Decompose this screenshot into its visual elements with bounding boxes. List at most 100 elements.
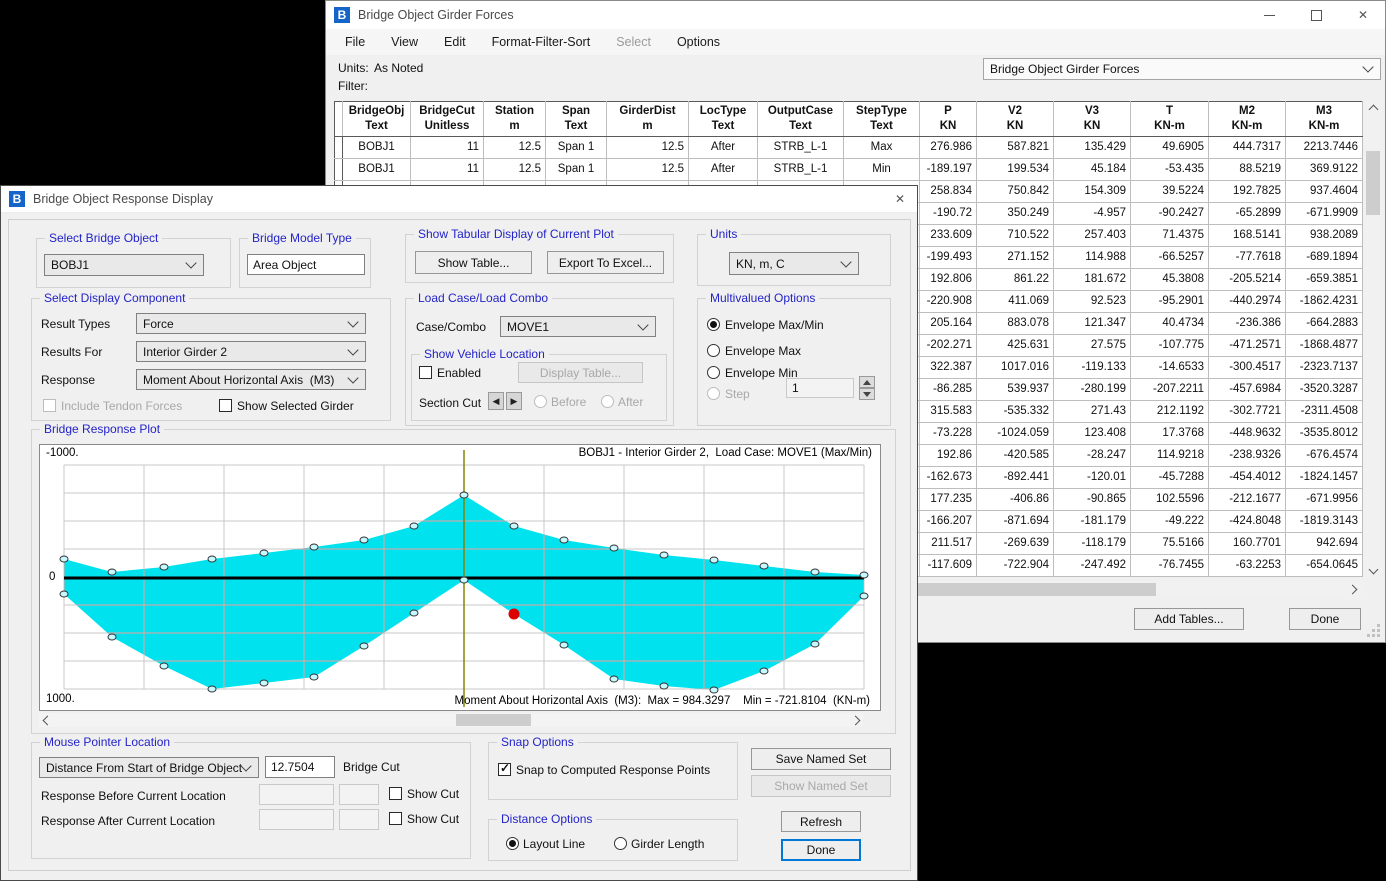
- table-cell[interactable]: -892.441: [977, 466, 1054, 488]
- bridge-response-plot[interactable]: -1000. 0 1000. BOBJ1 - Interior Girder 2…: [39, 444, 881, 711]
- table-cell[interactable]: 587.821: [977, 136, 1054, 158]
- table-cell[interactable]: -722.904: [977, 554, 1054, 576]
- table-cell[interactable]: -664.2883: [1286, 312, 1363, 334]
- column-header-loctype[interactable]: LocTypeText: [689, 102, 758, 137]
- table-cell[interactable]: Span 1: [546, 158, 607, 180]
- table-cell[interactable]: -49.222: [1131, 510, 1209, 532]
- table-cell[interactable]: STRB_L-1: [758, 158, 844, 180]
- table-cell[interactable]: -535.332: [977, 400, 1054, 422]
- table-cell[interactable]: 45.184: [1054, 158, 1131, 180]
- table-cell[interactable]: 192.86: [920, 444, 977, 466]
- scroll-up-icon[interactable]: [1364, 101, 1382, 117]
- table-cell[interactable]: -162.673: [920, 466, 977, 488]
- table-cell[interactable]: -1824.1457: [1286, 466, 1363, 488]
- table-cell[interactable]: -671.9909: [1286, 202, 1363, 224]
- table-cell[interactable]: 750.842: [977, 180, 1054, 202]
- table-cell[interactable]: 271.152: [977, 246, 1054, 268]
- menu-select[interactable]: Select: [603, 35, 664, 49]
- table-cell[interactable]: 211.517: [920, 532, 977, 554]
- section-cut-next-button[interactable]: ▶: [506, 392, 522, 410]
- table-cell[interactable]: 181.672: [1054, 268, 1131, 290]
- table-cell[interactable]: -420.585: [977, 444, 1054, 466]
- table-cell[interactable]: 160.7701: [1209, 532, 1286, 554]
- table-cell[interactable]: -302.7721: [1209, 400, 1286, 422]
- table-cell[interactable]: -66.5257: [1131, 246, 1209, 268]
- table-cell[interactable]: -454.4012: [1209, 466, 1286, 488]
- table-cell[interactable]: -45.7288: [1131, 466, 1209, 488]
- table-cell[interactable]: -202.271: [920, 334, 977, 356]
- table-cell[interactable]: 271.43: [1054, 400, 1131, 422]
- table-done-button[interactable]: Done: [1289, 608, 1361, 630]
- table-cell[interactable]: 205.164: [920, 312, 977, 334]
- column-header-bridgecut[interactable]: BridgeCutUnitless: [411, 102, 484, 137]
- table-cell[interactable]: -2323.7137: [1286, 356, 1363, 378]
- response-dropdown[interactable]: Moment About Horizontal Axis (M3): [136, 369, 366, 390]
- table-cell[interactable]: 123.408: [1054, 422, 1131, 444]
- table-cell[interactable]: -676.4574: [1286, 444, 1363, 466]
- table-cell[interactable]: -212.1677: [1209, 488, 1286, 510]
- scroll-left-icon[interactable]: [39, 713, 53, 727]
- table-cell[interactable]: -1868.4877: [1286, 334, 1363, 356]
- table-cell[interactable]: BOBJ1: [343, 158, 411, 180]
- table-cell[interactable]: -207.2211: [1131, 378, 1209, 400]
- table-cell[interactable]: 233.609: [920, 224, 977, 246]
- table-cell[interactable]: -190.72: [920, 202, 977, 224]
- menu-view[interactable]: View: [378, 35, 431, 49]
- show-cut-after-checkbox[interactable]: [389, 812, 402, 825]
- pointer-mode-dropdown[interactable]: Distance From Start of Bridge Object: [39, 757, 259, 778]
- table-cell[interactable]: 12.5: [607, 136, 689, 158]
- girder-length-radio[interactable]: [614, 837, 627, 850]
- layout-line-radio[interactable]: [506, 837, 519, 850]
- table-cell[interactable]: 861.22: [977, 268, 1054, 290]
- table-cell[interactable]: 192.806: [920, 268, 977, 290]
- table-cell[interactable]: -181.179: [1054, 510, 1131, 532]
- results-for-dropdown[interactable]: Interior Girder 2: [136, 341, 366, 362]
- response-plot-canvas[interactable]: [40, 445, 880, 710]
- table-select-dropdown[interactable]: Bridge Object Girder Forces: [983, 58, 1381, 80]
- table-cell[interactable]: 411.069: [977, 290, 1054, 312]
- plot-hscrollbar[interactable]: [39, 713, 863, 727]
- table-cell[interactable]: 258.834: [920, 180, 977, 202]
- table-cell[interactable]: 177.235: [920, 488, 977, 510]
- table-cell[interactable]: -1819.3143: [1286, 510, 1363, 532]
- column-header-girderdist[interactable]: GirderDistm: [607, 102, 689, 137]
- table-cell[interactable]: After: [689, 158, 758, 180]
- table-cell[interactable]: -1862.4231: [1286, 290, 1363, 312]
- envelope-min-radio[interactable]: [707, 366, 720, 379]
- result-types-dropdown[interactable]: Force: [136, 313, 366, 334]
- column-header-m3[interactable]: M3KN-m: [1286, 102, 1363, 137]
- table-cell[interactable]: 154.309: [1054, 180, 1131, 202]
- add-tables-button[interactable]: Add Tables...: [1134, 608, 1244, 630]
- table-cell[interactable]: -871.694: [977, 510, 1054, 532]
- table-cell[interactable]: -247.492: [1054, 554, 1131, 576]
- column-header-v3[interactable]: V3KN: [1054, 102, 1131, 137]
- table-cell[interactable]: 883.078: [977, 312, 1054, 334]
- table-cell[interactable]: -90.2427: [1131, 202, 1209, 224]
- table-cell[interactable]: 11: [411, 136, 484, 158]
- table-cell[interactable]: -3520.3287: [1286, 378, 1363, 400]
- table-cell[interactable]: 102.5596: [1131, 488, 1209, 510]
- table-cell[interactable]: 75.5166: [1131, 532, 1209, 554]
- table-cell[interactable]: 39.5224: [1131, 180, 1209, 202]
- bridge-object-dropdown[interactable]: BOBJ1: [44, 254, 204, 276]
- table-cell[interactable]: -65.2899: [1209, 202, 1286, 224]
- table-cell[interactable]: -63.2253: [1209, 554, 1286, 576]
- menu-options[interactable]: Options: [664, 35, 733, 49]
- table-cell[interactable]: -107.775: [1131, 334, 1209, 356]
- table-cell[interactable]: 315.583: [920, 400, 977, 422]
- table-cell[interactable]: -457.6984: [1209, 378, 1286, 400]
- column-header-bridgeobj[interactable]: BridgeObjText: [343, 102, 411, 137]
- vscroll-thumb[interactable]: [1366, 151, 1380, 215]
- vehicle-enabled-checkbox[interactable]: [419, 366, 432, 379]
- show-selected-girder-checkbox[interactable]: [219, 399, 232, 412]
- refresh-button[interactable]: Refresh: [781, 811, 861, 832]
- table-cell[interactable]: 937.4604: [1286, 180, 1363, 202]
- table-cell[interactable]: 168.5141: [1209, 224, 1286, 246]
- table-cell[interactable]: -14.6533: [1131, 356, 1209, 378]
- close-button[interactable]: ✕: [1340, 1, 1386, 29]
- table-cell[interactable]: STRB_L-1: [758, 136, 844, 158]
- table-cell[interactable]: -220.908: [920, 290, 977, 312]
- table-cell[interactable]: 11: [411, 158, 484, 180]
- envelope-max-radio[interactable]: [707, 344, 720, 357]
- table-cell[interactable]: Min: [844, 158, 920, 180]
